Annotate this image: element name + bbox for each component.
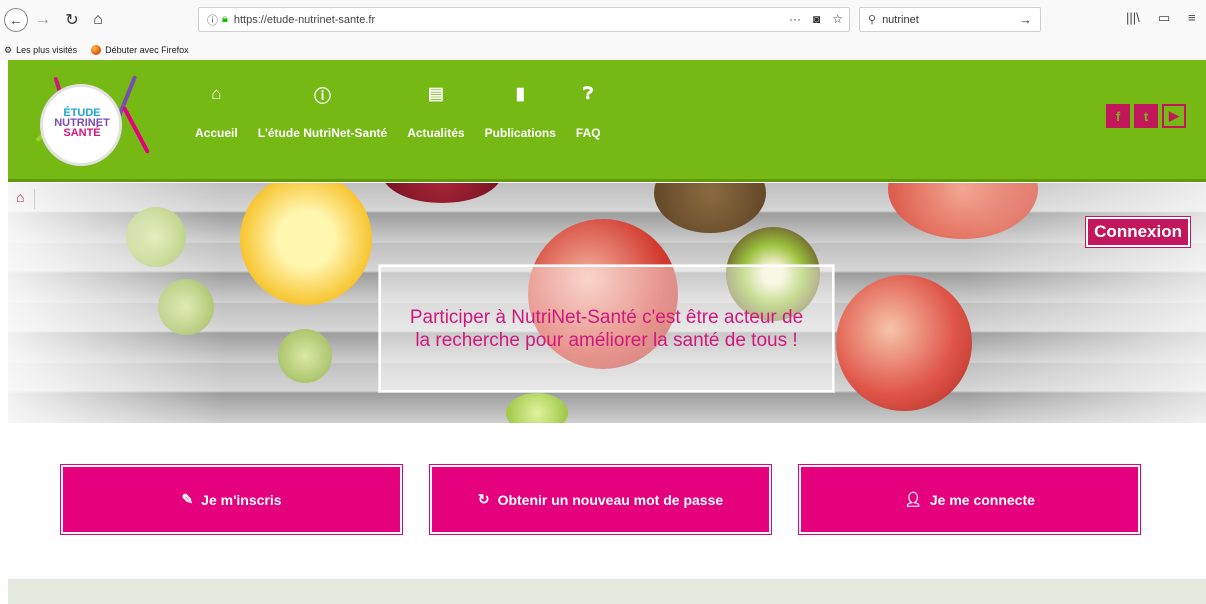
- info-icon[interactable]: ⓘ: [207, 12, 218, 28]
- footer-strip: [8, 579, 1206, 604]
- spoon-decoration: [122, 106, 150, 154]
- nav-item-etude[interactable]: ⓘ L'étude NutriNet-Santé: [257, 82, 388, 141]
- bookmark-star-icon[interactable]: ☆: [832, 12, 843, 26]
- question-icon: ❓︎: [583, 84, 594, 103]
- home-icon: ⌂: [16, 189, 25, 205]
- nav-item-accueil[interactable]: ⌂ Accueil: [195, 82, 238, 140]
- menu-icon[interactable]: ≡: [1188, 10, 1196, 25]
- search-go-icon[interactable]: →: [1019, 12, 1032, 27]
- lock-icon: 🔒︎: [222, 13, 228, 25]
- youtube-icon[interactable]: ▶: [1162, 104, 1186, 128]
- info-icon: ⓘ: [313, 86, 331, 106]
- sidebar-icon[interactable]: ▭: [1158, 10, 1170, 26]
- user-icon: 👤︎: [904, 491, 922, 507]
- register-label: Je m'inscris: [201, 491, 282, 508]
- bookmark-getting-started[interactable]: Débuter avec Firefox: [91, 45, 189, 55]
- bookmark-most-visited[interactable]: ⚙ Les plus visités: [4, 45, 77, 56]
- register-button[interactable]: ✎ Je m'inscris: [60, 464, 403, 535]
- bookmarks-bar: ⚙ Les plus visités Débuter avec Firefox: [0, 40, 1206, 60]
- hero-banner: ⌂ Connexion Participer à NutriNet-Santé …: [8, 183, 1206, 423]
- nav-label: FAQ: [575, 126, 601, 140]
- new-password-label: Obtenir un nouveau mot de passe: [497, 491, 724, 508]
- home-button[interactable]: ⌂: [88, 8, 108, 32]
- logo-text: ÉTUDE NUTRINET SANTÉ: [50, 108, 114, 139]
- url-bar[interactable]: ⓘ 🔒︎ https://etude-nutrinet-sante.fr ···…: [198, 7, 850, 32]
- connexion-button[interactable]: Connexion: [1085, 216, 1191, 248]
- new-password-button[interactable]: ↻ Obtenir un nouveau mot de passe: [429, 464, 772, 535]
- back-button[interactable]: ←: [4, 8, 28, 32]
- bookmark-label: Les plus visités: [16, 45, 78, 55]
- nav-label: L'étude NutriNet-Santé: [257, 126, 388, 140]
- url-text[interactable]: https://etude-nutrinet-sante.fr: [234, 14, 375, 26]
- book-icon: ▮: [515, 84, 525, 103]
- browser-toolbar: ← → ↻ ⌂ ⓘ 🔒︎ https://etude-nutrinet-sant…: [0, 0, 1206, 40]
- hero-message-box: Participer à NutriNet-Santé c'est être a…: [378, 264, 835, 393]
- site-logo[interactable]: ÉTUDE NUTRINET SANTÉ: [35, 74, 150, 170]
- main-nav: ⌂ Accueil ⓘ L'étude NutriNet-Santé ▤ Act…: [195, 82, 621, 140]
- logo-line: SANTÉ: [63, 127, 101, 139]
- nav-label: Publications: [484, 126, 556, 140]
- library-icon[interactable]: |||\: [1126, 10, 1140, 25]
- gear-icon: ⚙: [4, 44, 13, 55]
- nav-item-faq[interactable]: ❓︎ FAQ: [576, 82, 601, 140]
- more-actions-icon[interactable]: ···: [789, 12, 801, 26]
- bookmark-label: Débuter avec Firefox: [105, 45, 189, 55]
- edit-icon: ✎: [181, 491, 194, 507]
- nav-item-publications[interactable]: ▮ Publications: [485, 82, 556, 140]
- nav-item-actualites[interactable]: ▤ Actualités: [407, 82, 464, 140]
- breadcrumb-home[interactable]: ⌂: [16, 189, 36, 209]
- refresh-icon: ↻: [477, 491, 490, 507]
- search-input[interactable]: ⚲ nutrinet →: [859, 7, 1041, 32]
- nav-label: Actualités: [407, 126, 465, 140]
- login-label: Je me connecte: [929, 491, 1035, 508]
- social-links: f t ▶: [1106, 104, 1186, 128]
- login-button[interactable]: 👤︎ Je me connecte: [798, 464, 1141, 535]
- forward-button[interactable]: →: [34, 8, 52, 32]
- nav-label: Accueil: [195, 126, 238, 140]
- hero-tagline: Participer à NutriNet-Santé c'est être a…: [409, 306, 804, 351]
- reload-button[interactable]: ↻: [62, 8, 82, 32]
- search-value[interactable]: nutrinet: [882, 14, 919, 26]
- firefox-icon: [91, 45, 102, 55]
- home-icon: ⌂: [211, 84, 222, 103]
- pocket-icon[interactable]: ◙: [813, 12, 820, 26]
- twitter-icon[interactable]: t: [1134, 104, 1158, 128]
- facebook-icon[interactable]: f: [1106, 104, 1130, 128]
- search-icon: ⚲: [868, 14, 877, 26]
- news-icon: ▤: [427, 84, 444, 103]
- site-header: ÉTUDE NUTRINET SANTÉ ⌂ Accueil ⓘ L'étude…: [8, 60, 1206, 182]
